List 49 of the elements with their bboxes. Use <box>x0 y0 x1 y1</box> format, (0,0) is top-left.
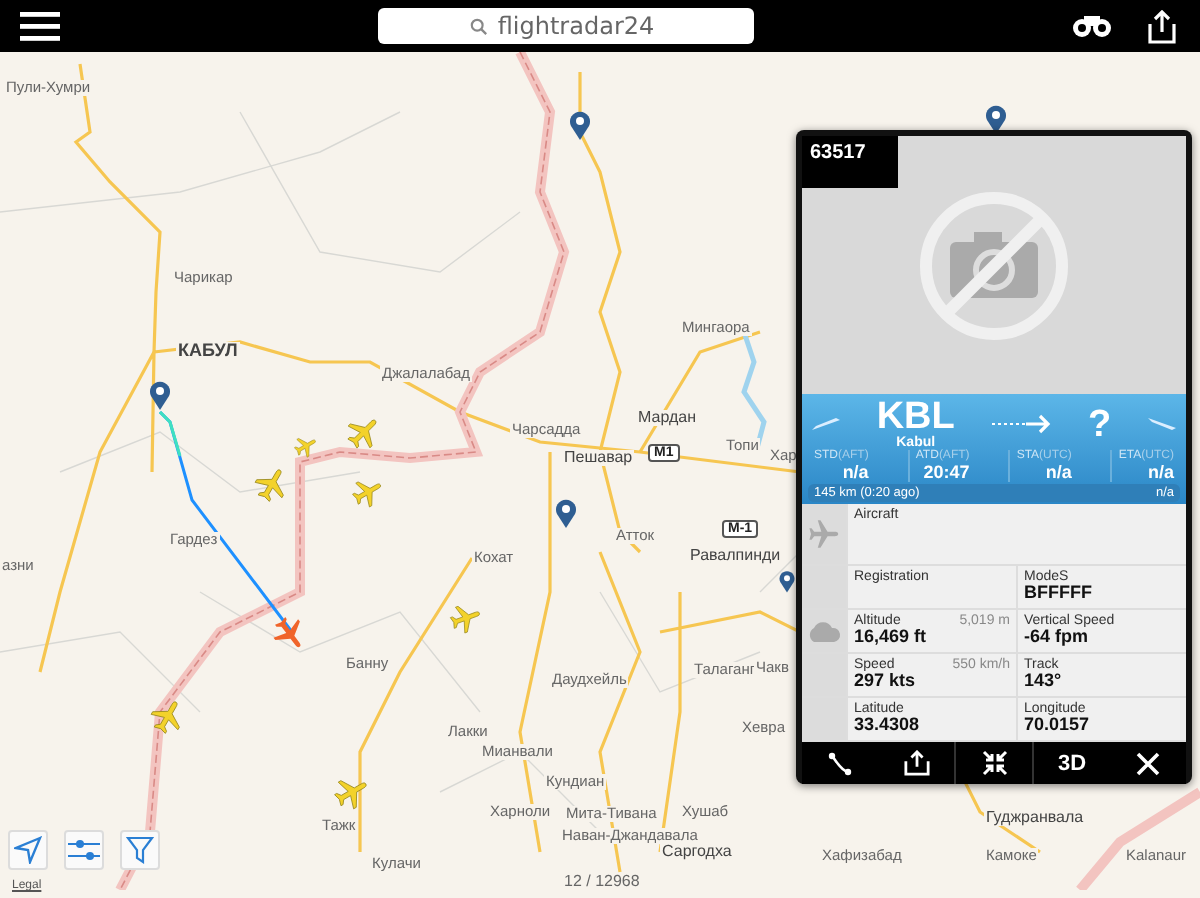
binoculars-icon[interactable] <box>1072 14 1112 38</box>
airplane-icon <box>808 518 840 550</box>
filter-button[interactable] <box>120 830 160 870</box>
search-icon <box>470 18 488 36</box>
detail-value: 70.0157 <box>1024 716 1092 735</box>
map-place-label: Мардан <box>636 410 699 426</box>
detail-value: 143° <box>1024 672 1064 691</box>
location-pin-icon[interactable] <box>778 570 796 594</box>
filter-icon <box>126 836 154 864</box>
detail-value: 33.4308 <box>854 716 922 735</box>
menu-icon[interactable] <box>20 10 60 42</box>
share-button[interactable] <box>878 742 954 784</box>
location-pin-icon[interactable] <box>148 380 172 412</box>
route-button[interactable] <box>802 742 878 784</box>
detail-value: 16,469 ft <box>854 628 929 647</box>
map-place-label: Саргодха <box>660 844 734 860</box>
time-value: 20:47 <box>921 462 970 482</box>
detail-value: BFFFFF <box>1024 584 1094 603</box>
origin-code: KBL <box>876 398 955 436</box>
collapse-icon <box>981 750 1007 776</box>
search-field[interactable]: flightradar24 <box>378 8 754 44</box>
collapse-button[interactable] <box>954 742 1032 784</box>
share-icon <box>903 750 929 776</box>
sliders-icon <box>68 838 100 862</box>
time-value: n/a <box>1043 462 1072 482</box>
close-button[interactable] <box>1110 742 1186 784</box>
destination-code: ? <box>1088 405 1112 443</box>
map-place-label: Пешавар <box>562 450 635 466</box>
arrow-icon <box>991 414 1052 434</box>
detail-value: -64 fpm <box>1024 628 1089 647</box>
3d-view-button[interactable]: 3D <box>1032 742 1110 784</box>
route-icon <box>828 751 852 775</box>
share-icon[interactable] <box>1148 9 1176 43</box>
settings-button[interactable] <box>64 830 104 870</box>
no-photo-icon <box>918 189 1070 341</box>
location-arrow-icon <box>14 836 42 864</box>
locate-button[interactable] <box>8 830 48 870</box>
map-place-label: Равалпинди <box>688 548 783 564</box>
map-place-label: КАБУЛ <box>176 342 240 360</box>
cloud-icon <box>806 620 842 642</box>
detail-value: 297 kts <box>854 672 918 691</box>
time-value: n/a <box>1145 462 1174 482</box>
flight-counter: 12 / 12968 <box>564 872 640 890</box>
aircraft-id-badge: 63517 <box>802 136 898 188</box>
map-place-label: Гуджранвала <box>984 810 1086 826</box>
location-pin-icon[interactable] <box>554 498 578 530</box>
close-icon <box>1136 751 1160 775</box>
location-pin-icon[interactable] <box>568 110 592 142</box>
time-value: n/a <box>840 462 869 482</box>
